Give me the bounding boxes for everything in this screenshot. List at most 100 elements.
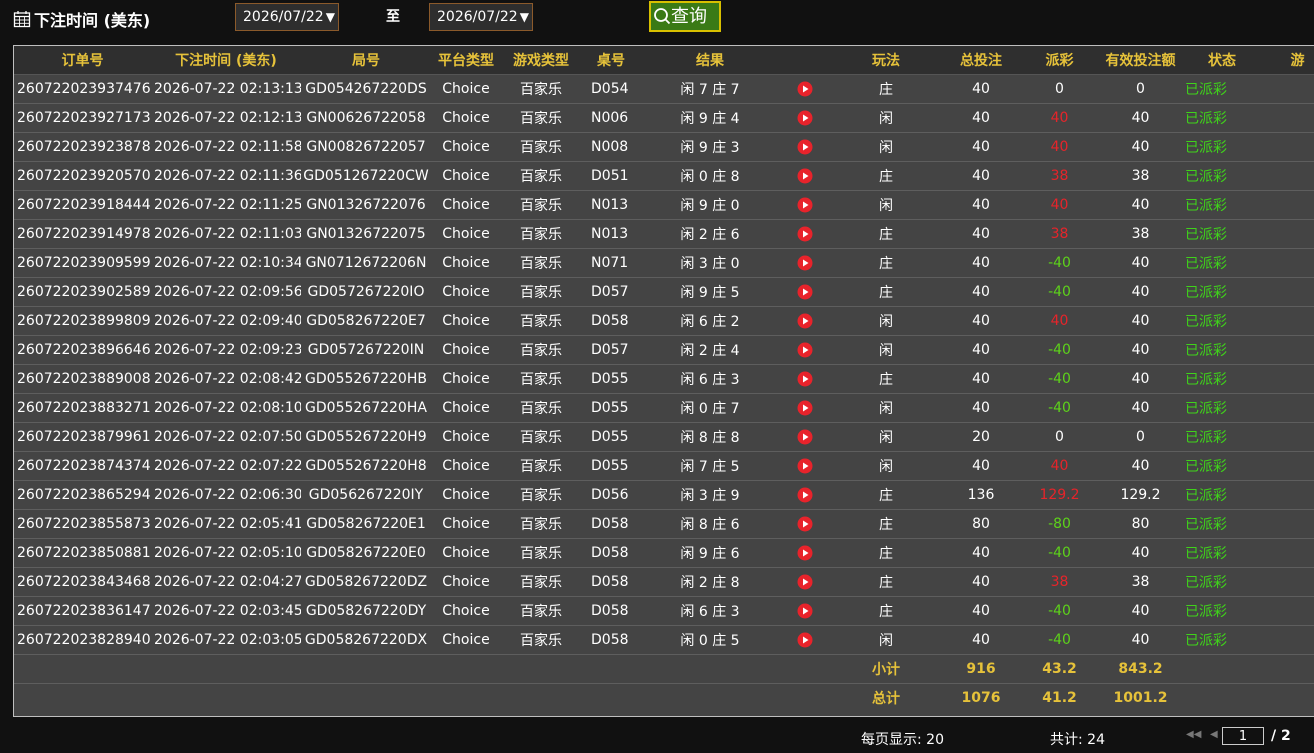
valid-stake-cell: 40: [1098, 538, 1183, 568]
play-video-icon[interactable]: [779, 132, 831, 162]
payout-cell: -40: [1021, 538, 1098, 568]
play-video-icon[interactable]: [779, 364, 831, 394]
play-video-icon[interactable]: [779, 567, 831, 597]
game-type-cell: 百家乐: [501, 132, 581, 162]
play-video-icon[interactable]: [779, 74, 831, 104]
calendar-icon[interactable]: [13, 10, 31, 28]
status-badge: 已派彩: [1183, 190, 1261, 220]
bet-type-cell: 庄: [831, 509, 941, 539]
extra-cell: [1261, 509, 1314, 539]
column-header-payout: 派彩: [1021, 46, 1098, 75]
extra-cell: [1261, 132, 1314, 162]
platform-type-cell: Choice: [431, 509, 501, 539]
status-badge: 已派彩: [1183, 480, 1261, 510]
result-cell: 闲 0 庄 5: [641, 625, 779, 655]
table-row: 260722023927173 2026-07-22 02:12:13 GN0062…: [14, 103, 1314, 133]
table-row: 260722023918444 2026-07-22 02:11:25 GN0132…: [14, 190, 1314, 220]
play-video-icon[interactable]: [779, 538, 831, 568]
play-video-icon[interactable]: [779, 596, 831, 626]
game-type-cell: 百家乐: [501, 335, 581, 365]
column-header-status: 状态: [1183, 46, 1261, 75]
play-video-icon[interactable]: [779, 190, 831, 220]
column-header-bet-type: 玩法: [831, 46, 941, 75]
valid-stake-cell: 40: [1098, 451, 1183, 481]
round-no-cell: GD057267220IO: [301, 277, 431, 307]
payout-cell: 38: [1021, 567, 1098, 597]
query-button[interactable]: 查询: [649, 1, 721, 32]
total-stake: 1076: [941, 683, 1021, 712]
play-video-icon[interactable]: [779, 277, 831, 307]
end-date-select[interactable]: 2026/07/22 ▼: [429, 3, 533, 31]
platform-type-cell: Choice: [431, 190, 501, 220]
summary-spacer: [1183, 654, 1314, 684]
table-no-cell: D058: [581, 625, 641, 655]
order-no-cell: 260722023909599: [14, 248, 151, 278]
total-stake-cell: 20: [941, 422, 1021, 452]
prev-page-icon[interactable]: ◀: [1210, 729, 1218, 740]
valid-stake-cell: 40: [1098, 625, 1183, 655]
play-video-icon[interactable]: [779, 625, 831, 655]
valid-stake-cell: 40: [1098, 306, 1183, 336]
total-stake-cell: 40: [941, 248, 1021, 278]
bet-time-cell: 2026-07-22 02:05:10: [151, 538, 301, 568]
play-video-icon[interactable]: [779, 306, 831, 336]
game-type-cell: 百家乐: [501, 277, 581, 307]
total-stake-cell: 40: [941, 596, 1021, 626]
first-page-icon[interactable]: ◀◀: [1186, 729, 1201, 740]
extra-cell: [1261, 103, 1314, 133]
bet-type-cell: 闲: [831, 393, 941, 423]
order-no-cell: 260722023937476: [14, 74, 151, 104]
total-stake-cell: 40: [941, 132, 1021, 162]
bet-type-cell: 闲: [831, 422, 941, 452]
table-no-cell: N006: [581, 103, 641, 133]
start-date-select[interactable]: 2026/07/22 ▼: [235, 3, 339, 31]
bet-type-cell: 闲: [831, 190, 941, 220]
platform-type-cell: Choice: [431, 364, 501, 394]
payout-cell: 0: [1021, 74, 1098, 104]
column-header-result: 结果: [641, 46, 779, 75]
extra-cell: [1261, 567, 1314, 597]
round-no-cell: GD055267220HA: [301, 393, 431, 423]
round-no-cell: GN00826722057: [301, 132, 431, 162]
game-type-cell: 百家乐: [501, 364, 581, 394]
payout-cell: -40: [1021, 596, 1098, 626]
game-type-cell: 百家乐: [501, 219, 581, 249]
valid-stake-cell: 40: [1098, 364, 1183, 394]
game-type-cell: 百家乐: [501, 306, 581, 336]
extra-cell: [1261, 422, 1314, 452]
total-stake-cell: 40: [941, 74, 1021, 104]
round-no-cell: GD058267220E1: [301, 509, 431, 539]
bet-time-cell: 2026-07-22 02:09:40: [151, 306, 301, 336]
play-video-icon[interactable]: [779, 422, 831, 452]
play-video-icon[interactable]: [779, 480, 831, 510]
order-no-cell: 260722023874374: [14, 451, 151, 481]
bet-type-cell: 庄: [831, 538, 941, 568]
round-no-cell: GN00626722058: [301, 103, 431, 133]
page-number-input[interactable]: [1222, 727, 1264, 745]
play-video-icon[interactable]: [779, 393, 831, 423]
play-video-icon[interactable]: [779, 335, 831, 365]
play-video-icon[interactable]: [779, 161, 831, 191]
payout-cell: -40: [1021, 335, 1098, 365]
play-video-icon[interactable]: [779, 103, 831, 133]
payout-cell: -40: [1021, 277, 1098, 307]
payout-cell: 40: [1021, 103, 1098, 133]
platform-type-cell: Choice: [431, 596, 501, 626]
platform-type-cell: Choice: [431, 480, 501, 510]
play-video-icon[interactable]: [779, 219, 831, 249]
search-icon: [654, 8, 671, 25]
play-video-icon[interactable]: [779, 451, 831, 481]
total-row: 总计 1076 41.2 1001.2: [14, 683, 1314, 712]
table-row: 260722023889008 2026-07-22 02:08:42 GD0552…: [14, 364, 1314, 394]
platform-type-cell: Choice: [431, 277, 501, 307]
result-cell: 闲 9 庄 3: [641, 132, 779, 162]
round-no-cell: GN0712672206N: [301, 248, 431, 278]
table-row: 260722023902589 2026-07-22 02:09:56 GD0572…: [14, 277, 1314, 307]
status-badge: 已派彩: [1183, 509, 1261, 539]
round-no-cell: GD058267220DY: [301, 596, 431, 626]
result-cell: 闲 6 庄 3: [641, 364, 779, 394]
bet-time-cell: 2026-07-22 02:06:30: [151, 480, 301, 510]
valid-stake-cell: 129.2: [1098, 480, 1183, 510]
play-video-icon[interactable]: [779, 509, 831, 539]
play-video-icon[interactable]: [779, 248, 831, 278]
